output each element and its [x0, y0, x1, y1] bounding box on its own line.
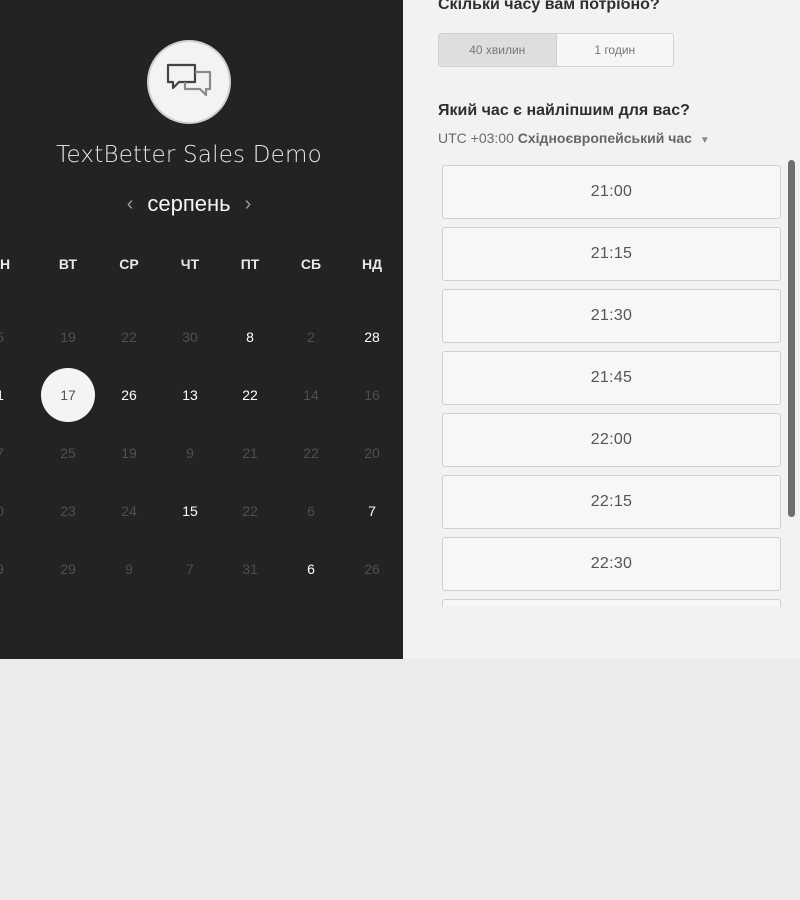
duration-question: Скільки часу вам потрібно?: [438, 0, 660, 13]
time-slot-button[interactable]: [442, 599, 781, 607]
calendar-day[interactable]: 13: [170, 381, 210, 409]
month-navigation: ‹ серпень ›: [0, 190, 378, 218]
chat-bubbles-icon: [166, 63, 212, 97]
calendar-week-row: 7 25 19 9 21 22 20: [0, 439, 403, 467]
calendar-day: 22: [303, 445, 319, 461]
weekday-label: ВТ: [58, 256, 78, 272]
time-slot-button[interactable]: 22:15: [442, 475, 781, 529]
time-slot-button[interactable]: 21:00: [442, 165, 781, 219]
calendar-day: 25: [60, 445, 76, 461]
calendar-day[interactable]: 22: [230, 381, 270, 409]
calendar-day: 9: [186, 445, 194, 461]
time-slot-button[interactable]: 21:15: [442, 227, 781, 281]
time-slot-button[interactable]: 21:45: [442, 351, 781, 405]
weekday-label: ПН: [0, 256, 11, 272]
time-slot-button[interactable]: 22:30: [442, 537, 781, 591]
calendar-day[interactable]: 1: [0, 381, 20, 409]
calendar-grid: ПН ВТ СР ЧТ ПТ СБ НД 5 19 22 30 8 2 28 1 17 26 13 22 14 16 7…: [0, 250, 403, 577]
calendar-day: 6: [307, 503, 315, 519]
chevron-down-icon: ▼: [699, 135, 710, 146]
calendar-day[interactable]: 7: [352, 497, 392, 525]
calendar-day[interactable]: 6: [291, 555, 331, 583]
month-label: серпень: [147, 191, 231, 216]
weekday-label: НД: [361, 256, 383, 272]
calendar-day: 29: [60, 561, 76, 577]
duration-option-1-hour[interactable]: 1 годин: [557, 34, 674, 66]
calendar-day: 31: [242, 561, 258, 577]
calendar-day: 9: [0, 555, 20, 583]
calendar-week-row: 5 19 22 30 8 2 28: [0, 323, 403, 351]
timezone-name: Східноєвропейський час: [517, 130, 692, 146]
calendar-day[interactable]: 26: [109, 381, 149, 409]
calendar-day[interactable]: 15: [170, 497, 210, 525]
calendar-day: 23: [60, 503, 76, 519]
event-title: TextBetter Sales Demo: [56, 142, 322, 168]
calendar-day[interactable]: 28: [352, 323, 392, 351]
calendar-day[interactable]: 8: [230, 323, 270, 351]
calendar-week-row: 9 29 9 7 31 6 26: [0, 555, 403, 583]
page: TextBetter Sales Demo ‹ серпень › ПН ВТ СР…: [0, 0, 800, 900]
time-slot-scrollbar[interactable]: [788, 160, 796, 520]
event-panel: TextBetter Sales Demo ‹ серпень › ПН ВТ СР…: [0, 0, 403, 659]
calendar-week-row: 0 23 24 15 22 6 7: [0, 497, 403, 525]
event-logo: [147, 40, 231, 124]
weekday-header: ПН ВТ СР ЧТ ПТ СБ НД: [0, 250, 403, 278]
scrollbar-thumb[interactable]: [788, 160, 795, 517]
calendar-day: 16: [364, 387, 380, 403]
calendar-day: 30: [182, 329, 198, 345]
time-slot-button[interactable]: 22:00: [442, 413, 781, 467]
calendar-day: 2: [307, 329, 315, 345]
calendar-day: 14: [303, 387, 319, 403]
calendar-day: 9: [125, 561, 133, 577]
calendar-day: 21: [242, 445, 258, 461]
calendar-day: 7: [0, 439, 20, 467]
calendar-day: 20: [364, 445, 380, 461]
calendar-day: 19: [121, 445, 137, 461]
timezone-selector[interactable]: UTC +03:00 Східноєвропейський час ▼: [438, 130, 710, 146]
time-slot-button[interactable]: 21:30: [442, 289, 781, 343]
calendar-day: 0: [0, 497, 20, 525]
duration-option-40-min[interactable]: 40 хвилин: [439, 34, 557, 66]
calendar-day: 22: [242, 503, 258, 519]
calendar-day: 26: [364, 561, 380, 577]
calendar-day-selected[interactable]: 17: [41, 368, 95, 422]
calendar-day: 24: [121, 503, 137, 519]
calendar-day: 22: [121, 329, 137, 345]
duration-toggle: 40 хвилин 1 годин: [438, 33, 674, 67]
chevron-right-icon[interactable]: ›: [245, 190, 252, 218]
chevron-left-icon[interactable]: ‹: [127, 190, 134, 218]
weekday-label: СР: [119, 256, 139, 272]
calendar-week-row: 1 17 26 13 22 14 16: [0, 368, 403, 422]
time-question: Який час є найліпшим для вас?: [438, 102, 690, 119]
calendar-day: 7: [186, 561, 194, 577]
calendar-day: 19: [60, 329, 76, 345]
weekday-label: СБ: [300, 256, 322, 272]
time-slot-list: 21:00 21:15 21:30 21:45 22:00 22:15 22:30: [442, 165, 781, 607]
weekday-label: ЧТ: [180, 256, 200, 272]
calendar-day: 5: [0, 323, 20, 351]
weekday-label: ПТ: [240, 256, 260, 272]
timezone-offset: UTC +03:00: [438, 130, 514, 146]
booking-panel: Скільки часу вам потрібно? 40 хвилин 1 г…: [403, 0, 800, 659]
